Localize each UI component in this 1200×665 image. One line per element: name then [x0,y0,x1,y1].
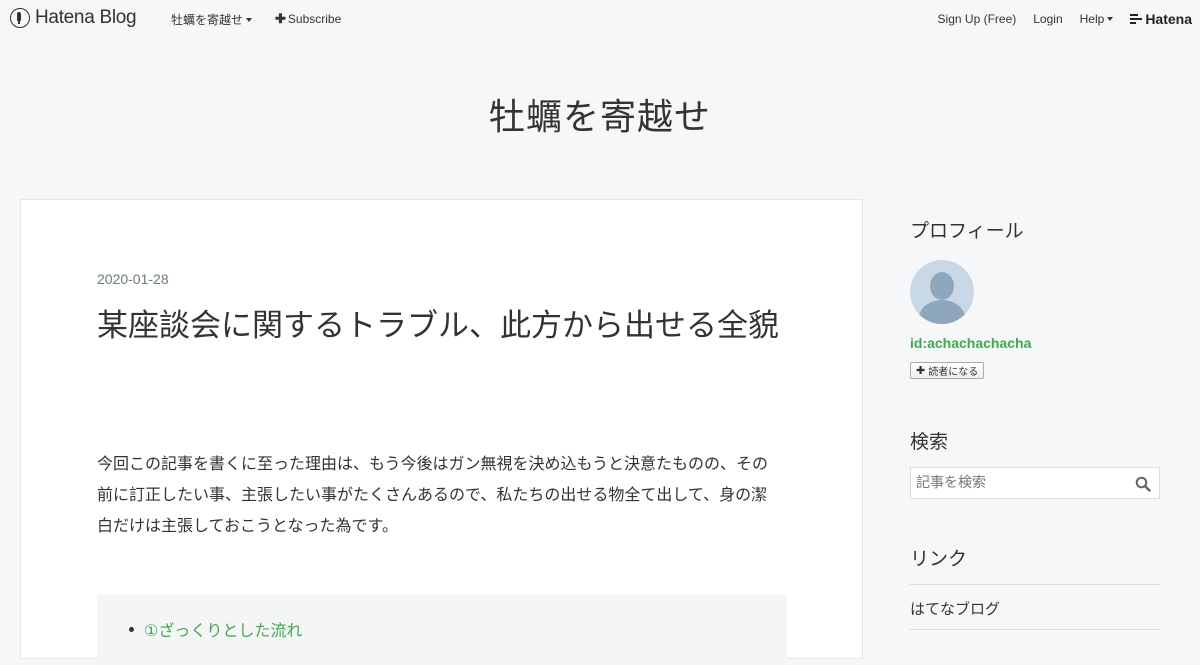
plus-icon: ✚ [916,364,926,377]
entry-date[interactable]: 2020-01-28 [97,271,169,287]
toc-item-label: ①ざっくりとした流れ [144,621,303,640]
sidebar: プロフィール id:achachachacha ✚ 読者になる 検索 リンク は… [910,216,1160,630]
sidebar-link-hatena-blog[interactable]: はてなブログ [910,598,1000,619]
table-of-contents: ①ざっくりとした流れ [97,595,787,665]
profile-heading: プロフィール [910,220,1024,242]
help-dropdown[interactable]: Help [1080,12,1114,26]
blog-title[interactable]: 牡蠣を寄越せ [0,88,1200,140]
entry-card: 2020-01-28 某座談会に関するトラブル、此方から出せる全貌 今回この記事… [20,199,863,665]
caret-down-icon [246,17,253,22]
top-navbar: Hatena Blog 牡蠣を寄越せ ✚ Subscribe Sign Up (… [0,0,1200,36]
blog-menu-dropdown[interactable]: 牡蠣を寄越せ [171,11,253,28]
links-heading: リンク [910,548,968,570]
bullet-icon [129,626,134,632]
signup-link[interactable]: Sign Up (Free) [938,12,1017,26]
hatena-blog-home-link[interactable]: Hatena Blog [10,7,137,29]
search-heading: 検索 [910,431,949,453]
plus-icon: ✚ [275,11,286,26]
help-label: Help [1079,12,1105,26]
hatena-blog-logo-icon [10,8,30,28]
navbar-right: Sign Up (Free) Login Help Hatena [921,11,1192,27]
default-avatar-icon[interactable] [910,260,974,324]
search-icon[interactable] [1135,476,1151,492]
brand-name: Hatena Blog [35,7,137,28]
toc-item[interactable]: ①ざっくりとした流れ [129,617,302,641]
subscribe-label: Subscribe [287,12,342,26]
hatena-mark-icon [1130,13,1143,25]
hatena-link[interactable]: Hatena [1130,11,1192,27]
search-input[interactable] [916,474,1126,492]
subscribe-reader-label: 読者になる [928,367,979,378]
login-link[interactable]: Login [1033,12,1062,26]
profile-id-link[interactable]: id:achachachacha [910,335,1031,351]
subscribe-link[interactable]: ✚ Subscribe [275,11,341,27]
hatena-label: Hatena [1145,11,1192,27]
entry-title[interactable]: 某座談会に関するトラブル、此方から出せる全貌 [97,302,797,350]
blog-menu-label: 牡蠣を寄越せ [171,13,244,27]
divider [910,584,1160,585]
subscribe-reader-button[interactable]: ✚ 読者になる [910,362,985,379]
caret-down-icon [1107,17,1114,21]
search-box [910,467,1160,499]
entry-body-paragraph: 今回この記事を書くに至った理由は、もう今後はガン無視を決め込もうと決意たものの、… [97,454,769,535]
